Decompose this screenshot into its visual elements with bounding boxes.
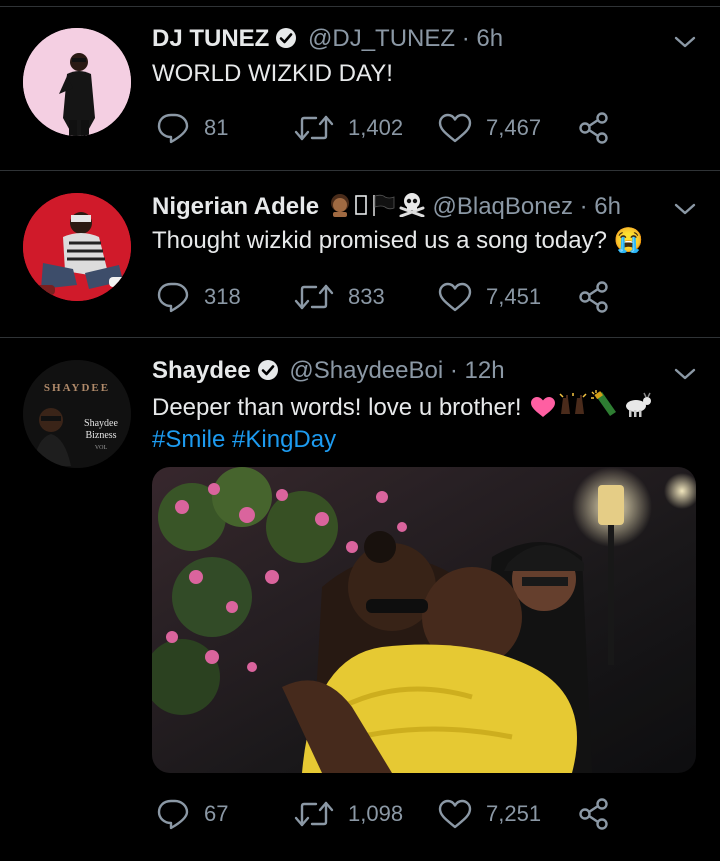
share-icon xyxy=(579,112,608,144)
share-icon xyxy=(579,281,608,313)
reply-icon xyxy=(157,282,189,313)
reply-count: 81 xyxy=(204,115,229,140)
display-name[interactable]: Shaydee xyxy=(152,357,251,384)
black-flag-icon xyxy=(370,193,396,225)
display-name[interactable]: Nigerian Adele xyxy=(152,193,319,220)
reply-button[interactable]: 318 xyxy=(156,281,241,313)
user-handle[interactable]: @DJ_TUNEZ xyxy=(308,25,455,52)
reply-button[interactable]: 81 xyxy=(156,112,228,144)
display-name[interactable]: DJ TUNEZ xyxy=(152,25,269,52)
retweet-button[interactable]: 1,402 xyxy=(294,112,403,144)
avatar[interactable] xyxy=(23,28,131,136)
woman-emoji-icon xyxy=(328,193,352,225)
retweet-button[interactable]: 1,098 xyxy=(294,798,403,830)
avatar-caption-1: Shaydee xyxy=(84,418,118,429)
tweet-text-line: Deeper than words! love u brother! xyxy=(152,390,652,426)
timestamp[interactable]: 6h xyxy=(476,25,503,52)
retweet-count: 1,402 xyxy=(348,115,404,140)
heart-icon xyxy=(438,113,472,143)
reply-button[interactable]: 67 xyxy=(156,798,228,830)
avatar[interactable] xyxy=(23,193,131,301)
chevron-down-icon[interactable] xyxy=(672,34,698,50)
share-button[interactable] xyxy=(578,112,624,144)
raised-hands-icon xyxy=(558,392,588,426)
like-count: 7,467 xyxy=(486,115,542,140)
avatar-title: SHAYDEE xyxy=(43,382,111,394)
share-button[interactable] xyxy=(578,281,624,313)
verified-badge-icon xyxy=(275,27,297,57)
like-count: 7,451 xyxy=(486,284,542,309)
champagne-icon xyxy=(590,390,620,426)
separator-dot: · xyxy=(449,357,458,384)
chevron-down-icon[interactable] xyxy=(672,201,698,217)
reply-count: 318 xyxy=(204,284,241,309)
user-handle[interactable]: @ShaydeeBoi xyxy=(289,357,443,384)
timestamp[interactable]: 12h xyxy=(465,357,505,384)
retweet-icon xyxy=(294,801,334,827)
chevron-down-icon[interactable] xyxy=(672,366,698,382)
action-bar: 81 1,402 7,467 xyxy=(152,112,672,144)
tweet-text: Thought wizkid promised us a song today?… xyxy=(152,227,644,254)
hashtag-kingday[interactable]: #KingDay xyxy=(232,426,336,453)
retweet-button[interactable]: 833 xyxy=(294,281,385,313)
separator-dot: · xyxy=(461,25,470,52)
user-handle[interactable]: @BlaqBonez xyxy=(433,193,573,220)
tweet-nigerian-adele[interactable]: Nigerian Adele @BlaqBonez · 6h Thought w… xyxy=(0,171,720,337)
timestamp[interactable]: 6h xyxy=(594,193,621,220)
reply-icon xyxy=(157,799,189,830)
retweet-count: 833 xyxy=(348,284,385,309)
pink-heart-icon xyxy=(530,395,556,426)
retweet-icon xyxy=(294,115,334,141)
like-button[interactable]: 7,451 xyxy=(438,281,541,313)
heart-icon xyxy=(438,799,472,829)
avatar-caption-2: Bizness xyxy=(85,430,117,441)
retweet-icon xyxy=(294,284,334,310)
goat-icon xyxy=(622,392,652,426)
like-count: 7,251 xyxy=(486,801,542,826)
action-bar: 67 1,098 7,251 xyxy=(152,798,672,830)
like-button[interactable]: 7,251 xyxy=(438,798,541,830)
tweet-text: WORLD WIZKID DAY! xyxy=(152,60,393,87)
tweet-text: Deeper than words! love u brother! xyxy=(152,394,522,421)
retweet-count: 1,098 xyxy=(348,801,404,826)
avatar[interactable]: SHAYDEE Shaydee Bizness VOL xyxy=(23,360,131,468)
tweet-dj-tunez[interactable]: DJ TUNEZ @DJ_TUNEZ · 6h WORLD WIZKID DAY… xyxy=(0,0,720,170)
action-bar: 318 833 7,451 xyxy=(152,281,672,313)
avatar-caption-3: VOL xyxy=(94,445,108,451)
hashtag-line: #Smile #KingDay xyxy=(152,424,336,455)
reply-count: 67 xyxy=(204,801,229,826)
reply-icon xyxy=(157,113,189,144)
separator-dot: · xyxy=(579,193,588,220)
share-icon xyxy=(579,798,608,830)
missing-glyph-icon xyxy=(354,193,368,225)
verified-badge-icon xyxy=(257,359,279,389)
share-button[interactable] xyxy=(578,798,624,830)
like-button[interactable]: 7,467 xyxy=(438,112,541,144)
heart-icon xyxy=(438,282,472,312)
skull-crossbones-icon xyxy=(398,191,426,225)
hashtag-smile[interactable]: #Smile xyxy=(152,426,225,453)
tweet-photo[interactable] xyxy=(152,467,696,773)
